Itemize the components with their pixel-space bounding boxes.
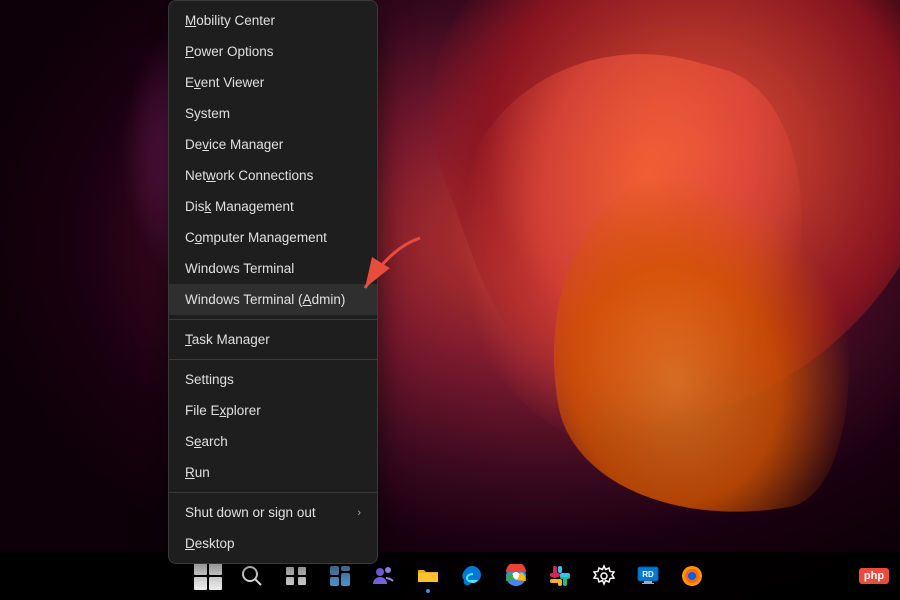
menu-separator-1 bbox=[169, 319, 377, 320]
menu-item-desktop[interactable]: Desktop bbox=[169, 528, 377, 559]
slack-icon bbox=[548, 564, 572, 588]
menu-separator-2 bbox=[169, 359, 377, 360]
taskbar-firefox-button[interactable] bbox=[672, 556, 712, 596]
firefox-icon bbox=[680, 564, 704, 588]
menu-item-network-connections[interactable]: Network Connections bbox=[169, 160, 377, 191]
svg-text:RD: RD bbox=[642, 570, 654, 579]
gear-icon bbox=[592, 564, 616, 588]
widgets-icon bbox=[328, 564, 352, 588]
taskbar-settings-button[interactable] bbox=[584, 556, 624, 596]
chrome-icon bbox=[504, 564, 528, 588]
taskbar-explorer-button[interactable] bbox=[408, 556, 448, 596]
teams-icon bbox=[372, 564, 396, 588]
system-tray: php bbox=[856, 552, 900, 600]
taskbar-slack-button[interactable] bbox=[540, 556, 580, 596]
menu-item-search[interactable]: Search bbox=[169, 426, 377, 457]
menu-item-run[interactable]: Run bbox=[169, 457, 377, 488]
windows-logo-icon bbox=[194, 562, 222, 590]
menu-item-file-explorer[interactable]: File Explorer bbox=[169, 395, 377, 426]
taskbar-edge-button[interactable] bbox=[452, 556, 492, 596]
menu-item-windows-terminal[interactable]: Windows Terminal bbox=[169, 253, 377, 284]
menu-item-computer-management[interactable]: Computer Management bbox=[169, 222, 377, 253]
taskbar: RD php bbox=[0, 552, 900, 600]
rdp-icon: RD bbox=[636, 564, 660, 588]
edge-icon bbox=[460, 564, 484, 588]
taskbar-rdp-button[interactable]: RD bbox=[628, 556, 668, 596]
menu-item-windows-terminal-admin[interactable]: Windows Terminal (Admin) bbox=[169, 284, 377, 315]
menu-item-disk-management[interactable]: Disk Management bbox=[169, 191, 377, 222]
taskbar-chrome-button[interactable] bbox=[496, 556, 536, 596]
php-label: php bbox=[859, 568, 889, 584]
menu-item-settings[interactable]: Settings bbox=[169, 364, 377, 395]
menu-item-mobility-center[interactable]: Mobility Center bbox=[169, 5, 377, 36]
menu-item-shut-down[interactable]: Shut down or sign out › bbox=[169, 497, 377, 528]
search-icon bbox=[240, 564, 264, 588]
menu-separator-3 bbox=[169, 492, 377, 493]
task-view-icon bbox=[284, 564, 308, 588]
menu-item-power-options[interactable]: Power Options bbox=[169, 36, 377, 67]
menu-item-event-viewer[interactable]: Event Viewer bbox=[169, 67, 377, 98]
menu-item-system[interactable]: System bbox=[169, 98, 377, 129]
menu-item-task-manager[interactable]: Task Manager bbox=[169, 324, 377, 355]
desktop bbox=[0, 0, 900, 600]
context-menu: Mobility Center Power Options Event View… bbox=[168, 0, 378, 564]
tray-php-badge[interactable]: php bbox=[856, 558, 892, 594]
menu-item-device-manager[interactable]: Device Manager bbox=[169, 129, 377, 160]
explorer-icon bbox=[416, 564, 440, 588]
submenu-arrow-icon: › bbox=[357, 507, 361, 519]
